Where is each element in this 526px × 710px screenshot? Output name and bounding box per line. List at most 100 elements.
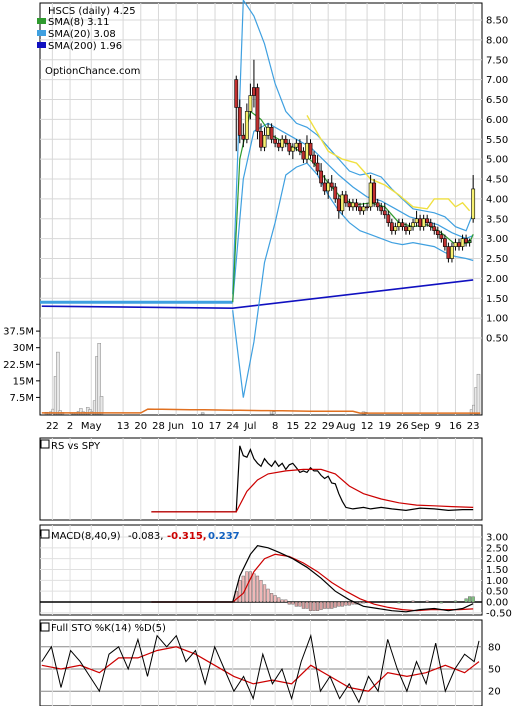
macd-histogram-bar	[308, 601, 313, 611]
macd-histogram-bar	[301, 601, 306, 609]
candle-body	[259, 131, 263, 148]
candle-body	[414, 218, 419, 224]
date-tick-label: 23	[467, 421, 480, 432]
candle-body	[351, 202, 355, 208]
candle-body	[305, 142, 309, 160]
date-tick-label: 10	[191, 421, 204, 432]
macd-histogram-bar	[262, 584, 267, 603]
macd-histogram-bar	[238, 580, 242, 603]
volume-tick-label: 30M	[13, 343, 34, 354]
candle-body	[244, 111, 249, 140]
candle-body	[354, 202, 359, 208]
candle-body	[450, 246, 454, 259]
date-tick-label: 9	[435, 421, 441, 432]
macd-histogram-bar	[347, 601, 351, 606]
macd-tick-label: 0.50	[486, 587, 508, 598]
price-tick-label: 8.00	[486, 35, 508, 46]
date-tick-label: May	[81, 421, 102, 432]
chart-canvas: 0.501.001.502.002.503.003.504.004.505.00…	[3, 0, 512, 707]
date-tick-label: 19	[378, 421, 391, 432]
date-tick-label: 12	[361, 421, 374, 432]
candle-body	[287, 142, 292, 152]
candle-body	[319, 170, 324, 184]
macd-histogram-bar	[319, 601, 323, 610]
macd-histogram-bar	[344, 601, 348, 606]
macd-histogram-bar	[358, 601, 362, 604]
candle-body	[358, 206, 362, 212]
candle-body	[248, 95, 253, 112]
candle-body	[290, 146, 295, 152]
candle-body	[234, 79, 239, 108]
price-tick-label: 4.00	[486, 194, 508, 205]
candle-body	[322, 182, 327, 192]
macd-histogram-bar	[277, 597, 281, 603]
candle-body	[283, 138, 288, 144]
macd-tick-label: 0.00	[486, 598, 508, 609]
candle-body	[347, 202, 352, 208]
macd-histogram-bar	[287, 601, 291, 605]
date-tick-label: 15	[286, 421, 299, 432]
macd-histogram-bar	[305, 601, 309, 609]
macd-histogram-bar	[340, 601, 344, 607]
volume-bar	[99, 396, 104, 415]
macd-tick-label: 1.50	[486, 565, 508, 576]
macd-tick-label: -0.50	[486, 608, 512, 619]
macd-tick-label: 3.00	[486, 533, 508, 544]
macd-histogram-value: 0.237	[208, 531, 240, 542]
date-tick-label: 22	[304, 421, 317, 432]
candle-body	[425, 218, 430, 224]
date-tick-label: Sep	[411, 421, 430, 432]
candle-body	[315, 162, 320, 172]
date-tick-label: Jun	[167, 421, 184, 432]
date-tick-label: 2	[67, 421, 73, 432]
candle-body	[237, 107, 242, 136]
candle-body	[343, 194, 348, 204]
price-tick-label: 4.50	[486, 175, 508, 186]
candle-body	[368, 182, 373, 208]
price-tick-label: 1.00	[486, 314, 508, 325]
price-tick-label: 8.50	[486, 16, 508, 27]
macd-tick-label: 1.00	[486, 576, 508, 587]
candle-body	[411, 222, 415, 228]
volume-bar	[272, 411, 276, 415]
volume-bar	[200, 412, 205, 415]
date-tick-label: 13	[117, 421, 130, 432]
legend-swatch	[37, 18, 46, 24]
candle-body	[276, 142, 281, 148]
candle-body	[418, 218, 423, 227]
candle-body	[372, 182, 377, 204]
candle-body	[471, 188, 476, 220]
candle-body	[446, 246, 451, 259]
date-tick-label: 29	[322, 421, 335, 432]
candle-body	[453, 242, 458, 247]
price-chart-title: HSCS (daily) 4.25	[48, 6, 136, 17]
candle-body	[379, 206, 384, 212]
date-tick-label: 8	[272, 421, 278, 432]
watermark: OptionChance.com	[45, 66, 140, 77]
candle-body	[467, 240, 472, 243]
legend-entry: SMA(8) 3.11	[48, 17, 109, 28]
candle-body	[428, 222, 433, 228]
candle-body	[308, 142, 313, 156]
legend-swatch	[37, 42, 46, 48]
macd-histogram-bar	[255, 575, 260, 603]
macd-histogram-bar	[330, 601, 334, 609]
price-tick-label: 3.00	[486, 234, 508, 245]
candle-body	[397, 222, 401, 228]
candle-body	[393, 226, 398, 231]
candle-body	[301, 150, 306, 160]
candle-body	[294, 142, 299, 148]
stock-chart: 0.50 1.00 1.50 2.00 2.50 3.00 3.50 4.00 4.50 5.00…	[0, 0, 526, 707]
volume-tick-label: 7.5M	[9, 393, 34, 404]
candle-body	[255, 87, 260, 132]
date-tick-label: Aug	[336, 421, 356, 432]
date-tick-label: 22	[46, 421, 59, 432]
candle-body	[280, 138, 285, 148]
date-tick-label: 16	[449, 421, 462, 432]
price-tick-label: 3.50	[486, 214, 508, 225]
macd-signal-value: -0.315,	[167, 531, 207, 542]
candle-body	[333, 186, 338, 200]
stoch-title: Full STO %K(14) %D(5)	[51, 623, 166, 634]
candle-body	[329, 182, 334, 188]
candle-body	[241, 134, 246, 140]
